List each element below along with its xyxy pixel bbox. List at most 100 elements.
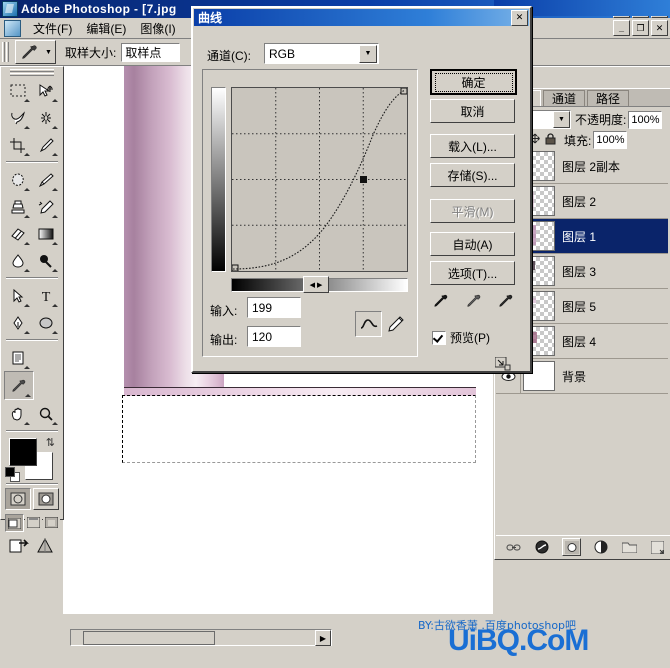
- tab-channels[interactable]: 通道: [543, 90, 586, 106]
- photoshop-logo-icon: [2, 1, 18, 17]
- close-icon[interactable]: ✕: [511, 9, 528, 26]
- document-horizontal-scrollbar[interactable]: ▶: [70, 629, 332, 646]
- chevron-down-icon[interactable]: ▼: [359, 44, 377, 63]
- layer-name[interactable]: 图层 2: [562, 193, 596, 210]
- imageready-jump-icon[interactable]: [9, 537, 31, 558]
- zoom-tool[interactable]: [32, 400, 60, 427]
- gray-point-eyedropper[interactable]: [465, 293, 483, 314]
- scrollbar-thumb[interactable]: [83, 631, 215, 645]
- toolbox-grip[interactable]: [10, 69, 54, 76]
- auto-button[interactable]: 自动(A): [430, 232, 515, 256]
- tab-paths[interactable]: 路径: [587, 90, 630, 106]
- dodge-tool[interactable]: [32, 247, 60, 274]
- layer-name[interactable]: 图层 1: [562, 228, 596, 245]
- screen-standard-icon[interactable]: [4, 514, 24, 532]
- eyedropper-tool[interactable]: [4, 371, 34, 400]
- imageready-logo-icon[interactable]: [35, 537, 55, 558]
- pencil-draw-icon[interactable]: [385, 313, 407, 335]
- smooth-button: 平滑(M): [430, 199, 515, 223]
- scroll-right-button[interactable]: ▶: [315, 630, 331, 646]
- toolbox-divider-1: [6, 161, 58, 163]
- fx-circle-icon[interactable]: [534, 539, 551, 555]
- curve-grid[interactable]: [231, 87, 408, 272]
- options-bar-grip[interactable]: [2, 42, 9, 62]
- history-brush-tool[interactable]: [32, 193, 60, 220]
- save-button[interactable]: 存储(S)...: [430, 163, 515, 187]
- channel-select[interactable]: RGB ▼: [264, 43, 379, 64]
- foreground-color-swatch[interactable]: [9, 438, 37, 466]
- layer-name[interactable]: 图层 3: [562, 263, 596, 280]
- swap-colors-icon[interactable]: ⇅: [46, 436, 55, 449]
- standard-mode-icon[interactable]: [5, 488, 31, 510]
- layer-name[interactable]: 图层 4: [562, 333, 596, 350]
- hand-tool[interactable]: [4, 400, 32, 427]
- ok-button[interactable]: 确定: [430, 69, 517, 95]
- toolbox-divider-4: [6, 430, 58, 432]
- eraser-tool[interactable]: [4, 220, 32, 247]
- svg-text:T: T: [42, 290, 51, 304]
- eyedropper-icon[interactable]: [16, 41, 42, 63]
- curves-dialog-titlebar[interactable]: 曲线 ✕: [194, 9, 529, 26]
- screen-full-icon[interactable]: [42, 514, 60, 530]
- screen-full-menu-icon[interactable]: [24, 514, 42, 530]
- tool-preset-dropdown-arrow[interactable]: ▼: [42, 41, 55, 63]
- toolbox-tools-group-3: T: [4, 282, 60, 336]
- chevron-down-icon[interactable]: ▼: [553, 111, 570, 128]
- magic-wand-tool[interactable]: [32, 104, 60, 131]
- selection-marquee[interactable]: [122, 395, 476, 463]
- move-tool[interactable]: [32, 77, 60, 104]
- clone-stamp-tool[interactable]: [4, 193, 32, 220]
- doc-minimize-button[interactable]: _: [613, 20, 630, 36]
- crop-tool[interactable]: [4, 131, 32, 158]
- curve-smooth-icon[interactable]: [355, 311, 382, 337]
- path-selection-tool[interactable]: [4, 282, 32, 309]
- notes-tool[interactable]: [4, 344, 32, 371]
- new-page-icon[interactable]: [649, 539, 666, 555]
- opacity-field[interactable]: 100%: [628, 110, 663, 129]
- preview-label: 预览(P): [450, 331, 490, 345]
- cancel-button[interactable]: 取消: [430, 99, 515, 123]
- document-window-controls[interactable]: _ ❐ ✕: [613, 20, 668, 36]
- quick-mask-icon[interactable]: [33, 488, 59, 510]
- lasso-tool[interactable]: [4, 104, 32, 131]
- layer-name[interactable]: 图层 2副本: [562, 158, 620, 175]
- slice-tool[interactable]: [32, 131, 60, 158]
- output-field[interactable]: 120: [247, 326, 301, 347]
- color-swatches: ⇅: [5, 436, 59, 482]
- brush-tool[interactable]: [32, 166, 60, 193]
- folder-icon[interactable]: [621, 539, 638, 555]
- healing-brush-tool[interactable]: [4, 166, 32, 193]
- lock-all-icon[interactable]: [545, 132, 556, 148]
- ellipse-shape-tool[interactable]: [32, 309, 60, 336]
- sample-size-select[interactable]: 取样点: [121, 42, 181, 62]
- type-tool[interactable]: T: [32, 282, 60, 309]
- current-tool-preset[interactable]: ▼: [15, 40, 56, 64]
- chain-link-icon[interactable]: [506, 539, 523, 555]
- menu-file[interactable]: 文件(F): [26, 18, 79, 39]
- resize-grip-icon[interactable]: [495, 357, 511, 371]
- load-button[interactable]: 载入(L)...: [430, 134, 515, 158]
- layer-name[interactable]: 背景: [562, 368, 586, 385]
- tone-bar-toggle[interactable]: ◀ ▶: [303, 276, 329, 293]
- preview-checkbox[interactable]: [432, 330, 446, 345]
- menu-edit[interactable]: 编辑(E): [79, 18, 133, 39]
- blur-tool[interactable]: [4, 247, 32, 274]
- mask-circle-icon[interactable]: [562, 538, 582, 556]
- input-field[interactable]: 199: [247, 297, 301, 318]
- doc-close-button[interactable]: ✕: [651, 20, 668, 36]
- layer-name[interactable]: 图层 5: [562, 298, 596, 315]
- options-button[interactable]: 选项(T)...: [430, 261, 515, 285]
- fill-field[interactable]: 100%: [593, 131, 628, 149]
- toolbox-divider-2: [6, 277, 58, 279]
- doc-restore-button[interactable]: ❐: [632, 20, 649, 36]
- menu-image[interactable]: 图像(I): [133, 18, 182, 39]
- default-colors-icon[interactable]: [5, 467, 20, 482]
- preview-row[interactable]: 预览(P): [432, 329, 490, 346]
- mask-mode-group: [1, 488, 63, 510]
- gradient-tool[interactable]: [32, 220, 60, 247]
- half-circle-icon[interactable]: [593, 539, 610, 555]
- white-point-eyedropper[interactable]: [497, 293, 515, 314]
- marquee-tool[interactable]: [4, 77, 32, 104]
- black-point-eyedropper[interactable]: [432, 293, 450, 314]
- pen-tool[interactable]: [4, 309, 32, 336]
